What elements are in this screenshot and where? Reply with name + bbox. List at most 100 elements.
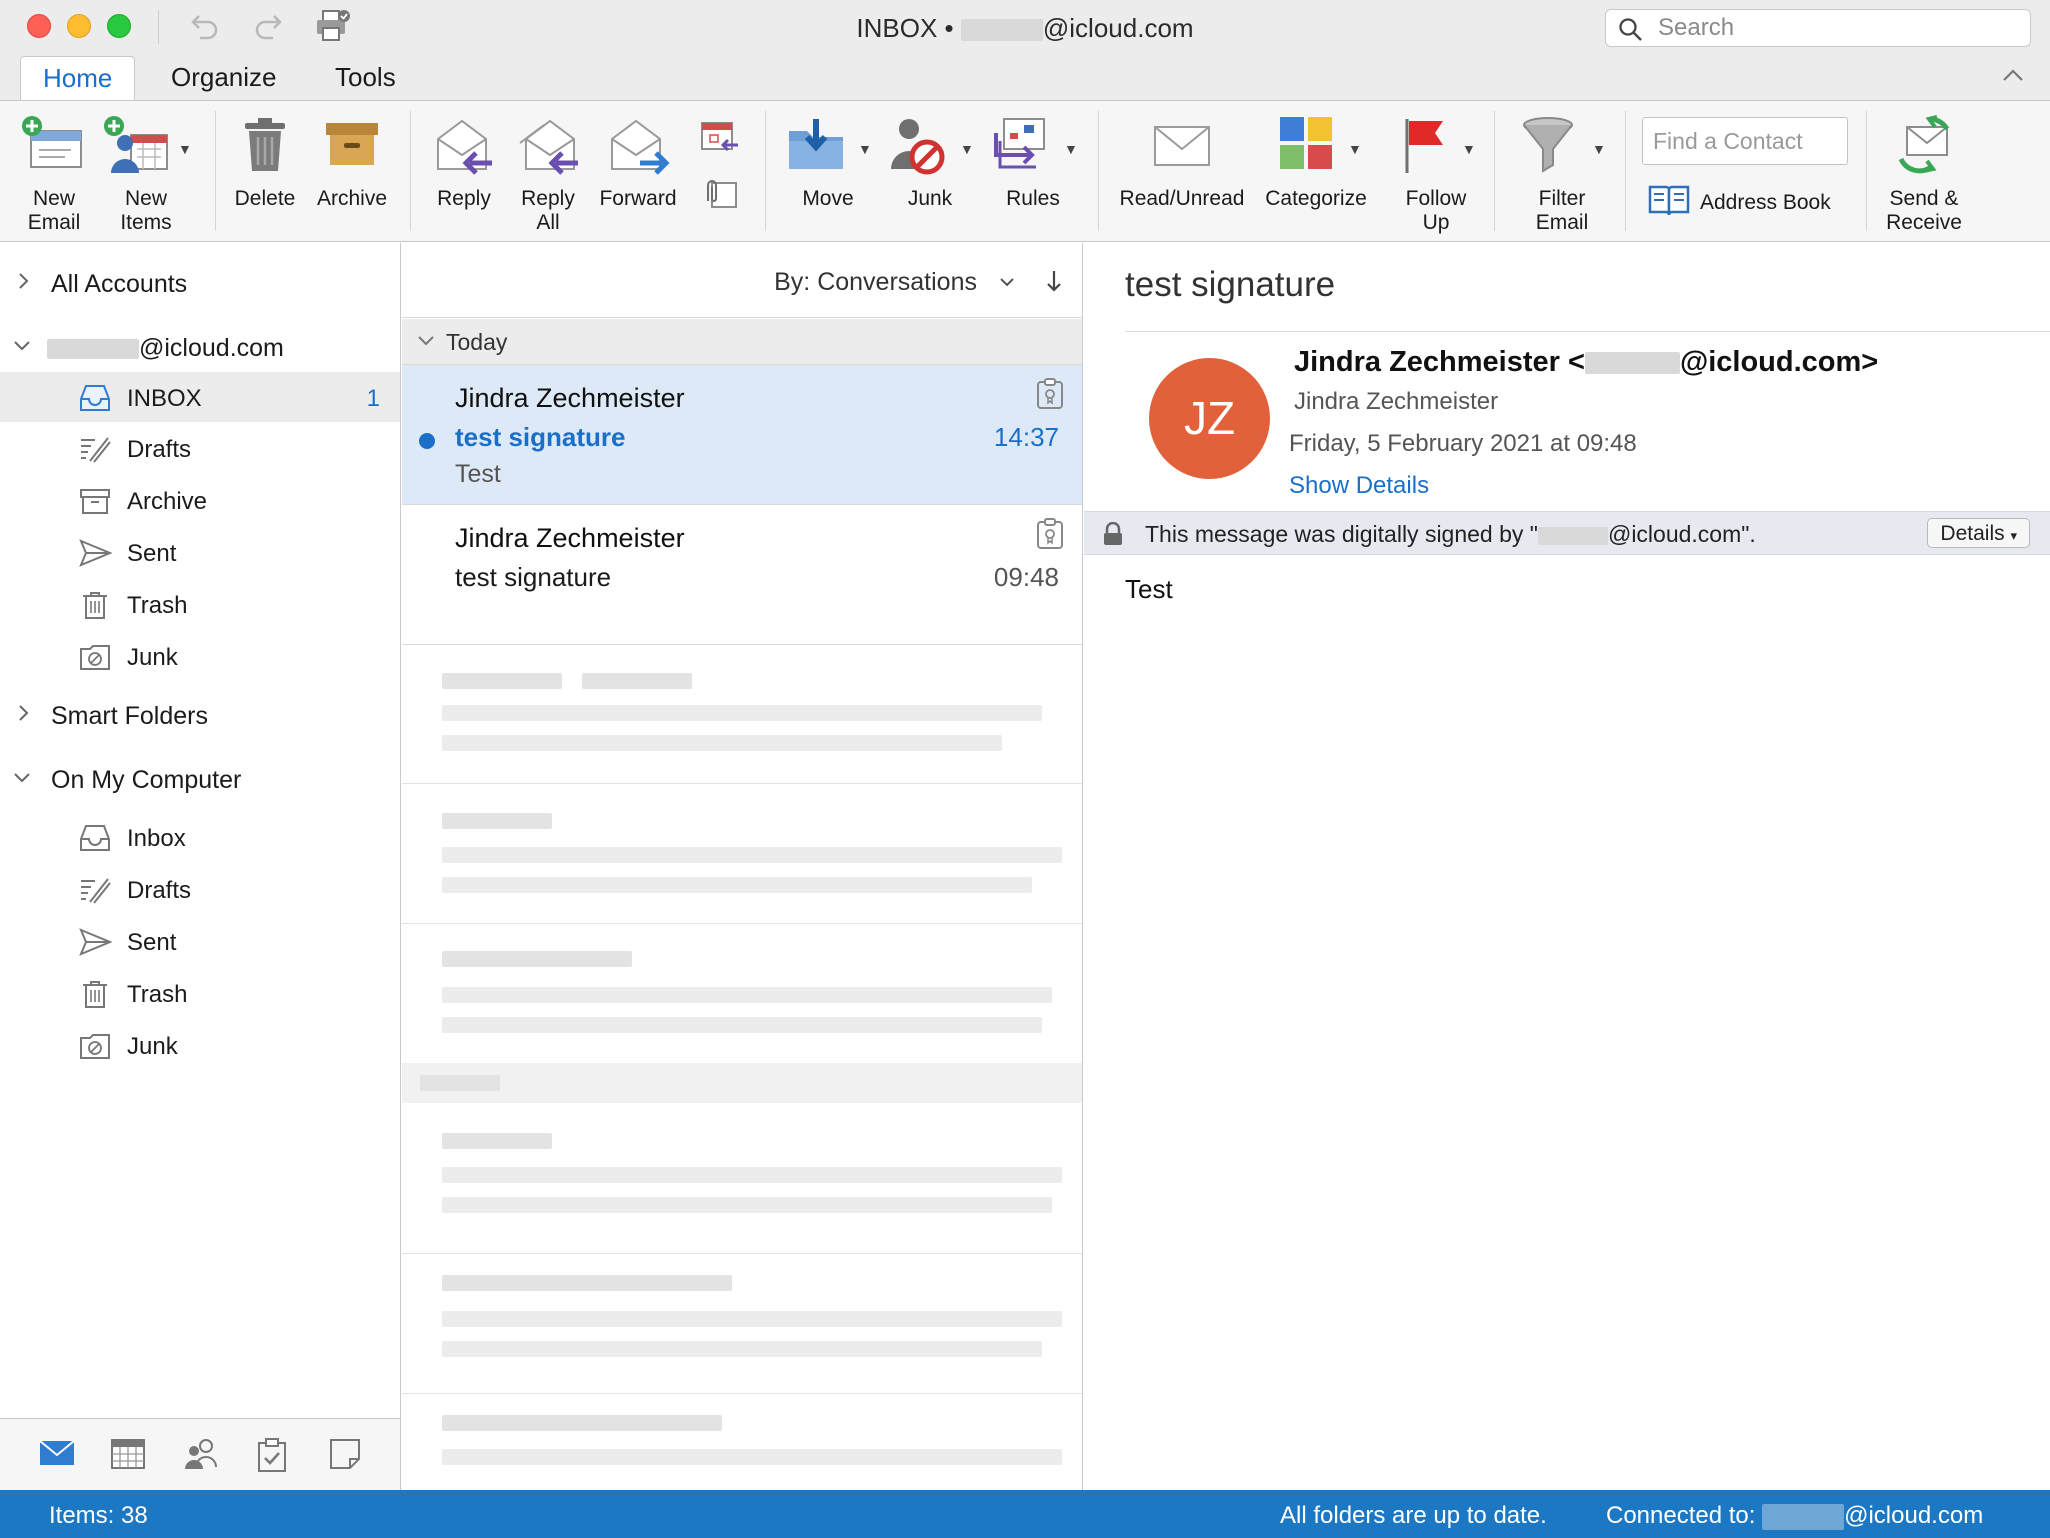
chevron-down-icon[interactable] [416, 334, 436, 348]
chevron-right-icon[interactable] [16, 271, 30, 291]
inbox-icon [80, 825, 110, 851]
account-row[interactable]: @icloud.com [0, 321, 400, 371]
sort-by-dropdown[interactable]: By: Conversations [774, 268, 1017, 297]
rules-dropdown-icon[interactable]: ▼ [1064, 141, 1078, 157]
folder-inbox[interactable]: INBOX 1 [0, 372, 400, 422]
group-header-today[interactable]: Today [402, 319, 1082, 365]
follow-up-dropdown-icon[interactable]: ▼ [1462, 141, 1476, 157]
trash-icon [240, 115, 290, 180]
junk-icon [80, 1034, 110, 1059]
smart-folders-row[interactable]: Smart Folders [0, 689, 400, 739]
tab-home[interactable]: Home [20, 56, 136, 102]
redacted-text [442, 1449, 1062, 1465]
chevron-down-icon[interactable] [999, 277, 1015, 287]
collapse-ribbon-icon[interactable] [2002, 68, 2024, 87]
junk-button[interactable]: ▼ Junk [882, 101, 978, 241]
find-contact-input[interactable] [1642, 117, 1848, 165]
folder-label: Junk [127, 1033, 178, 1060]
tab-organize[interactable]: Organize [149, 56, 299, 100]
reply-all-button[interactable]: Reply All [508, 101, 588, 241]
folder-label: Inbox [127, 825, 186, 852]
signed-certificate-icon [1037, 378, 1063, 409]
redacted-email [47, 339, 139, 360]
folder-sent[interactable]: Sent [0, 527, 400, 577]
signature-prefix: This message was digitally signed by " [1145, 521, 1538, 547]
folder-label: Trash [127, 592, 188, 619]
status-bar: Items: 38 All folders are up to date. Co… [0, 1490, 2050, 1538]
drafts-icon [81, 878, 111, 904]
new-email-button[interactable]: New Email [12, 101, 96, 241]
people-icon[interactable] [182, 1437, 220, 1471]
message-time: 14:37 [993, 422, 1059, 452]
move-dropdown-icon[interactable]: ▼ [858, 141, 872, 157]
reply-with-meeting-icon[interactable] [698, 119, 740, 162]
tasks-icon[interactable] [256, 1437, 288, 1473]
message-list: By: Conversations Today Jindra Zechmeist… [402, 243, 1083, 1490]
move-button[interactable]: ▼ Move [780, 101, 876, 241]
message-sender: Jindra Zechmeister [455, 523, 685, 553]
local-folder-trash[interactable]: Trash [0, 968, 400, 1018]
junk-icon [80, 645, 110, 670]
on-my-computer-row[interactable]: On My Computer [0, 753, 400, 803]
search-input[interactable] [1658, 14, 2018, 42]
signature-details-button[interactable]: Details ▾ [1927, 518, 2030, 548]
delete-button[interactable]: Delete [226, 101, 304, 241]
search-box[interactable] [1605, 9, 2031, 47]
local-folder-drafts[interactable]: Drafts [0, 864, 400, 914]
calendar-icon[interactable] [110, 1437, 146, 1471]
message-item[interactable]: Jindra Zechmeister test signature 09:48 [402, 505, 1082, 645]
archive-button[interactable]: Archive [310, 101, 394, 241]
chevron-right-icon[interactable] [16, 703, 30, 723]
local-folder-junk[interactable]: Junk [0, 1020, 400, 1070]
redacted-text [442, 1311, 1062, 1327]
message-item[interactable]: Jindra Zechmeister test signature 14:37 … [402, 365, 1082, 505]
filter-email-button[interactable]: ▼ Filter Email [1510, 101, 1614, 241]
forward-button[interactable]: Forward [590, 101, 686, 241]
read-unread-button[interactable]: Read/Unread [1112, 101, 1252, 241]
attachment-icon[interactable] [700, 177, 740, 218]
chevron-down-icon[interactable] [12, 771, 32, 785]
connection-status: Connected to: @icloud.com [1606, 1502, 1983, 1530]
all-accounts-row[interactable]: All Accounts [0, 257, 400, 307]
sync-status: All folders are up to date. [1280, 1502, 1547, 1529]
list-divider [402, 923, 1082, 924]
message-sender: Jindra Zechmeister [455, 383, 685, 413]
folder-archive[interactable]: Archive [0, 475, 400, 525]
sort-direction-icon[interactable] [1045, 269, 1063, 293]
reply-label: Reply [437, 187, 491, 210]
redacted-text [442, 1167, 1062, 1183]
new-items-button[interactable]: ▼ New Items [100, 101, 192, 241]
module-switcher [0, 1418, 401, 1490]
rules-button[interactable]: ▼ Rules [984, 101, 1082, 241]
folder-junk[interactable]: Junk [0, 631, 400, 681]
new-items-dropdown-icon[interactable]: ▼ [178, 141, 192, 157]
local-folder-inbox[interactable]: Inbox [0, 812, 400, 862]
sender-address[interactable]: Jindra Zechmeister < @icloud.com> [1294, 346, 1878, 379]
rules-label: Rules [1006, 187, 1060, 210]
follow-up-button[interactable]: ▼ Follow Up [1384, 101, 1488, 241]
chevron-down-icon[interactable] [12, 339, 32, 353]
folder-trash[interactable]: Trash [0, 579, 400, 629]
notes-icon[interactable] [328, 1437, 362, 1471]
redacted-text [582, 673, 692, 689]
show-details-link[interactable]: Show Details [1289, 472, 1429, 500]
account-suffix: @icloud.com [139, 334, 284, 362]
mail-icon[interactable] [38, 1437, 76, 1469]
send-receive-button[interactable]: Send & Receive [1876, 101, 1972, 241]
local-folder-sent[interactable]: Sent [0, 916, 400, 966]
redacted-email [1584, 352, 1680, 375]
filter-email-label: Filter Email [1535, 187, 1589, 234]
message-preview: Test [455, 460, 501, 488]
junk-dropdown-icon[interactable]: ▼ [960, 141, 974, 157]
folder-drafts[interactable]: Drafts [0, 423, 400, 473]
sort-label: By: Conversations [774, 268, 977, 296]
categorize-dropdown-icon[interactable]: ▼ [1348, 141, 1362, 157]
reply-button[interactable]: Reply [420, 101, 508, 241]
address-book-button[interactable]: Address Book [1648, 183, 1831, 219]
filter-dropdown-icon[interactable]: ▼ [1592, 141, 1606, 157]
avatar[interactable]: JZ [1149, 358, 1270, 479]
redacted-text [442, 877, 1032, 893]
tab-tools[interactable]: Tools [313, 56, 418, 100]
on-my-computer-label: On My Computer [51, 766, 242, 794]
categorize-button[interactable]: ▼ Categorize [1258, 101, 1374, 241]
